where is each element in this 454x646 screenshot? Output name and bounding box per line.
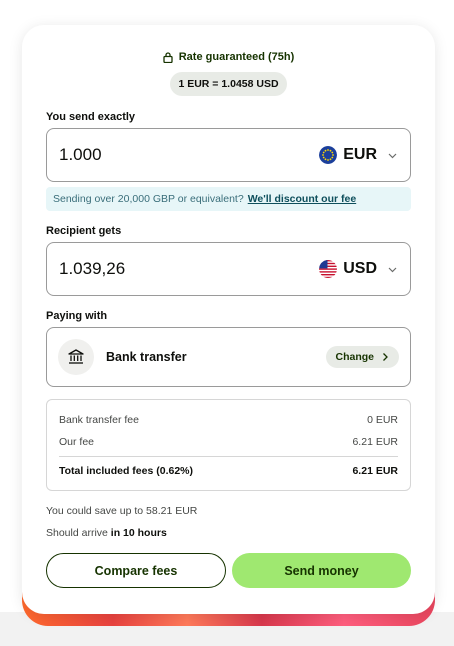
bank-icon-container <box>58 339 94 375</box>
send-amount-field[interactable]: 1.000 EUR <box>46 128 411 182</box>
discount-text: Sending over 20,000 GBP or equivalent? <box>53 193 244 205</box>
recipient-amount-field[interactable]: 1.039,26 USD <box>46 242 411 296</box>
change-button-label: Change <box>335 351 374 363</box>
fee-row: Bank transfer fee 0 EUR <box>59 414 398 426</box>
bank-icon <box>68 349 84 364</box>
payment-method-name: Bank transfer <box>106 350 187 364</box>
us-flag-icon <box>319 260 338 278</box>
fee-breakdown: Bank transfer fee 0 EUR Our fee 6.21 EUR… <box>46 399 411 491</box>
send-amount-label: You send exactly <box>46 111 136 123</box>
chevron-down-icon <box>388 153 397 158</box>
fee-total-label: Total included fees (0.62%) <box>59 465 194 477</box>
recipient-amount-input[interactable]: 1.039,26 <box>59 259 125 279</box>
arrival-prefix: Should arrive <box>46 527 108 539</box>
fee-total-row: Total included fees (0.62%) 6.21 EUR <box>59 465 398 477</box>
recipient-currency-code: USD <box>343 260 377 277</box>
chevron-down-icon <box>388 267 397 272</box>
payment-method-selector[interactable]: Bank transfer Change <box>46 327 411 387</box>
send-amount-input[interactable]: 1.000 <box>59 145 102 165</box>
fee-total-value: 6.21 EUR <box>352 465 398 477</box>
recipient-currency-select[interactable]: USD <box>319 260 398 278</box>
fee-row-value: 6.21 EUR <box>352 436 398 448</box>
rate-guarantee: Rate guaranteed (75h) <box>22 51 435 63</box>
send-money-button[interactable]: Send money <box>232 553 411 588</box>
change-payment-button[interactable]: Change <box>326 346 399 368</box>
fee-divider <box>59 456 398 457</box>
arrival-time: in 10 hours <box>110 527 167 539</box>
fee-row-value: 0 EUR <box>367 414 398 426</box>
compare-fees-button[interactable]: Compare fees <box>46 553 226 588</box>
transfer-calculator-card: Rate guaranteed (75h) 1 EUR = 1.0458 USD… <box>22 25 435 614</box>
rate-guarantee-text: Rate guaranteed (75h) <box>178 51 295 63</box>
fee-row: Our fee 6.21 EUR <box>59 436 398 448</box>
discount-link[interactable]: We'll discount our fee <box>248 193 356 205</box>
lock-icon <box>163 51 173 63</box>
large-transfer-discount-banner: Sending over 20,000 GBP or equivalent? W… <box>46 187 411 211</box>
eu-flag-icon <box>319 146 338 164</box>
fee-row-label: Bank transfer fee <box>59 414 139 426</box>
fee-row-label: Our fee <box>59 436 95 448</box>
savings-text: You could save up to 58.21 EUR <box>46 505 198 517</box>
send-currency-select[interactable]: EUR <box>319 146 398 164</box>
paying-with-label: Paying with <box>46 310 108 322</box>
send-currency-code: EUR <box>343 146 377 163</box>
arrival-estimate: Should arrive in 10 hours <box>46 527 167 539</box>
exchange-rate-badge[interactable]: 1 EUR = 1.0458 USD <box>170 72 287 96</box>
recipient-amount-label: Recipient gets <box>46 225 122 237</box>
chevron-right-icon <box>383 353 388 361</box>
